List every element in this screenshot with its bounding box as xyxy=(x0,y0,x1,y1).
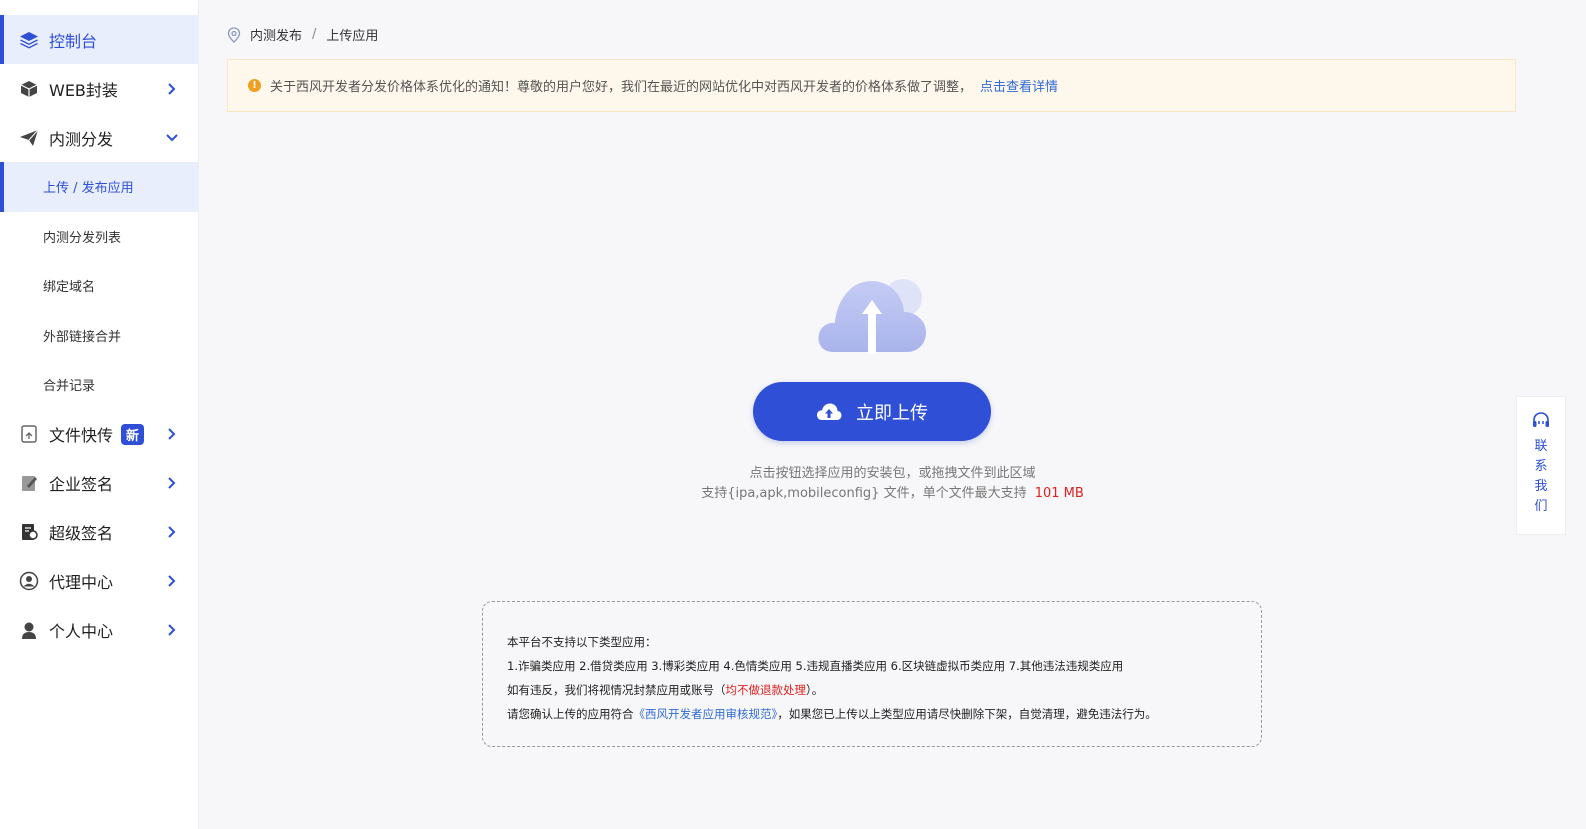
sidebar-subitem-label: 上传 / 发布应用 xyxy=(43,181,134,197)
sidebar-subitem-label: 外部链接合并 xyxy=(43,329,122,345)
sidebar-subitem-merge-links[interactable]: 外部链接合并 xyxy=(0,311,198,361)
breadcrumb: 内测发布 / 上传应用 xyxy=(227,25,378,44)
breadcrumb-current: 上传应用 xyxy=(326,29,379,44)
sidebar-subitem-merge-records[interactable]: 合并记录 xyxy=(0,360,198,410)
policy-line: 如有违反，我们将视情况封禁应用或账号（均不做退款处理）。 xyxy=(507,678,1237,702)
sidebar-item-label: 超级签名 xyxy=(49,524,114,543)
sidebar-subitem-beta-list[interactable]: 内测分发列表 xyxy=(0,212,198,262)
sidebar-item-file-transfer[interactable]: 文件快传 新 xyxy=(0,410,198,459)
contact-us-button[interactable]: 联 系 我 们 xyxy=(1516,396,1566,535)
sidebar-subitem-label: 合并记录 xyxy=(43,379,96,395)
sidebar-item-label: 代理中心 xyxy=(49,573,114,592)
contact-char: 我 xyxy=(1534,479,1548,494)
sidebar-item-agent-center[interactable]: 代理中心 xyxy=(0,557,198,606)
policy-line: 本平台不支持以下类型应用： xyxy=(507,635,657,649)
policy-text: ）。 xyxy=(806,683,824,697)
upload-format-hint: 支持{ipa,apk,mobileconfig} 文件，单个文件最大支持 101… xyxy=(0,482,1586,501)
layers-icon xyxy=(19,30,39,50)
upload-hint: 点击按钮选择应用的安装包，或拖拽文件到此区域 xyxy=(0,462,1586,481)
no-refund-text: 均不做退款处理 xyxy=(725,683,807,697)
notice-text: 关于西风开发者分发价格体系优化的通知！尊敬的用户您好，我们在最近的网站优化中对西… xyxy=(270,80,973,95)
sidebar-item-dashboard[interactable]: 控制台 xyxy=(0,15,198,64)
upload-button-label: 立即上传 xyxy=(856,402,928,424)
sidebar-subitem-bind-domain[interactable]: 绑定域名 xyxy=(0,261,198,311)
user-icon xyxy=(19,620,39,640)
sidebar-item-super-sign[interactable]: 超级签名 xyxy=(0,508,198,557)
sidebar-subitem-upload-publish[interactable]: 上传 / 发布应用 xyxy=(0,162,198,212)
sidebar-item-web-wrap[interactable]: WEB封装 xyxy=(0,64,198,113)
upload-now-button[interactable]: 立即上传 xyxy=(753,382,991,441)
notice-banner: ! 关于西风开发者分发价格体系优化的通知！尊敬的用户您好，我们在最近的网站优化中… xyxy=(227,59,1516,112)
contact-char: 系 xyxy=(1534,459,1548,474)
sidebar-item-beta-distribution[interactable]: 内测分发 xyxy=(0,113,198,162)
sidebar-item-label: 控制台 xyxy=(49,31,98,51)
chevron-right-icon xyxy=(166,624,178,636)
sidebar: 控制台 WEB封装 内测分发 上传 / 发布应用 内测分发列表 绑定域名 外部链… xyxy=(0,0,199,829)
chevron-down-icon xyxy=(166,132,178,144)
box-icon xyxy=(19,79,39,99)
file-transfer-icon xyxy=(19,424,39,444)
sidebar-subitem-label: 绑定域名 xyxy=(43,280,96,296)
new-badge: 新 xyxy=(121,423,145,445)
contact-char: 联 xyxy=(1534,439,1548,454)
cloud-upload-illustration xyxy=(815,276,930,358)
sidebar-item-label: WEB封装 xyxy=(49,80,118,100)
policy-box: 本平台不支持以下类型应用： 1.诈骗类应用 2.借贷类应用 3.博彩类应用 4.… xyxy=(482,601,1262,747)
upload-hint-line1: 点击按钮选择应用的安装包，或拖拽文件到此区域 xyxy=(749,466,1036,481)
sidebar-item-label: 个人中心 xyxy=(49,622,114,641)
cloud-upload-icon xyxy=(816,402,842,422)
upload-hint-line2: 支持{ipa,apk,mobileconfig} 文件，单个文件最大支持 xyxy=(701,486,1027,501)
agent-icon xyxy=(19,571,39,591)
sidebar-item-label: 文件快传 xyxy=(49,426,114,445)
headset-icon xyxy=(1531,411,1551,431)
review-guidelines-link[interactable]: 《西风开发者应用审核规范》 xyxy=(634,707,778,721)
certificate-icon xyxy=(19,522,39,542)
policy-line: 请您确认上传的应用符合《西风开发者应用审核规范》，如果您已上传以上类型应用请尽快… xyxy=(507,702,1237,726)
breadcrumb-separator: / xyxy=(312,27,317,42)
paper-plane-icon xyxy=(19,128,39,148)
chevron-right-icon xyxy=(166,575,178,587)
notice-details-link[interactable]: 点击查看详情 xyxy=(980,76,1058,95)
contact-char: 们 xyxy=(1534,499,1548,514)
warning-icon: ! xyxy=(248,79,261,92)
chevron-right-icon xyxy=(166,82,178,95)
location-pin-icon xyxy=(227,26,241,43)
chevron-right-icon xyxy=(166,428,178,440)
chevron-right-icon xyxy=(166,526,178,538)
sidebar-item-personal-center[interactable]: 个人中心 xyxy=(0,606,198,655)
policy-text: ，如果您已上传以上类型应用请尽快删除下架，自觉清理，避免违法行为。 xyxy=(777,707,1157,721)
sidebar-item-label: 内测分发 xyxy=(49,129,114,149)
max-size-value: 101 MB xyxy=(1034,486,1084,501)
breadcrumb-parent[interactable]: 内测发布 xyxy=(250,25,302,44)
policy-text: 请您确认上传的应用符合 xyxy=(507,707,634,721)
policy-line: 1.诈骗类应用 2.借贷类应用 3.博彩类应用 4.色情类应用 5.违规直播类应… xyxy=(507,659,1124,673)
sidebar-subitem-label: 内测分发列表 xyxy=(43,230,122,246)
policy-text: 如有违反，我们将视情况封禁应用或账号（ xyxy=(507,683,726,697)
